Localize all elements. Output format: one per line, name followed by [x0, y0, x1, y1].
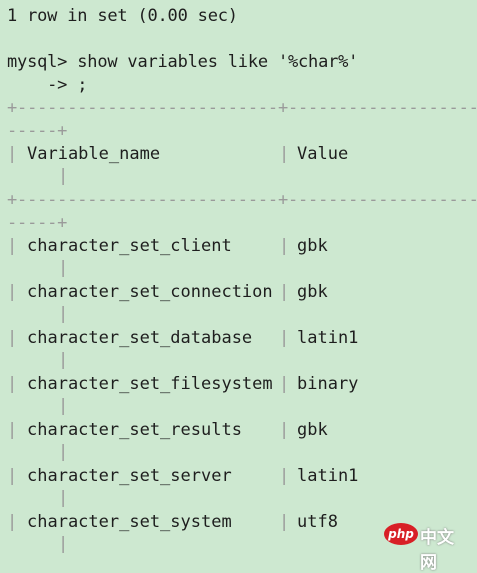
- row-left-bar: |: [7, 374, 18, 394]
- site-watermark: php 中文网: [384, 520, 470, 573]
- row-variable-name: character_set_database: [27, 328, 253, 348]
- row-left-bar: |: [7, 328, 18, 348]
- row-variable-name: character_set_results: [27, 420, 242, 440]
- row-right-bar: |: [58, 304, 69, 324]
- continuation-line: -> ;: [7, 75, 88, 95]
- table-border-wrap: -----+: [7, 121, 68, 141]
- php-logo-badge: php: [384, 523, 418, 545]
- row-value: gbk: [297, 282, 328, 302]
- row-mid-bar: |: [279, 420, 290, 440]
- row-value: gbk: [297, 420, 328, 440]
- header-value: Value: [297, 144, 349, 164]
- prompt-line: mysql> show variables like '%char%': [7, 52, 359, 72]
- table-border-mid: +--------------------------+------------…: [7, 190, 477, 210]
- row-left-bar: |: [7, 282, 18, 302]
- watermark-text: 中文网: [420, 528, 454, 573]
- row-right-bar: |: [58, 488, 69, 508]
- row-value: binary: [297, 374, 359, 394]
- row-value: latin1: [297, 466, 359, 486]
- row-variable-name: character_set_connection: [27, 282, 273, 302]
- row-value: gbk: [297, 236, 328, 256]
- row-left-bar: |: [7, 466, 18, 486]
- row-variable-name: character_set_client: [27, 236, 232, 256]
- row-right-bar: |: [58, 396, 69, 416]
- row-mid-bar: |: [279, 512, 290, 532]
- row-right-bar: |: [58, 442, 69, 462]
- row-mid-bar: |: [279, 282, 290, 302]
- row-variable-name: character_set_server: [27, 466, 232, 486]
- table-border-mid-wrap: -----+: [7, 213, 68, 233]
- row-variable-name: character_set_system: [27, 512, 232, 532]
- row-value: utf8: [297, 512, 338, 532]
- table-right-bar: |: [58, 166, 69, 186]
- row-value: latin1: [297, 328, 359, 348]
- row-left-bar: |: [7, 420, 18, 440]
- row-left-bar: |: [7, 236, 18, 256]
- terminal-window[interactable]: 1 row in set (0.00 sec) mysql> show vari…: [0, 0, 477, 573]
- row-mid-bar: |: [279, 236, 290, 256]
- row-right-bar: |: [58, 534, 69, 554]
- table-left-bar: |: [7, 144, 18, 164]
- table-mid-bar: |: [279, 144, 290, 164]
- header-variable-name: Variable_name: [27, 144, 161, 164]
- row-mid-bar: |: [279, 328, 290, 348]
- row-mid-bar: |: [279, 466, 290, 486]
- row-variable-name: character_set_filesystem: [27, 374, 273, 394]
- table-border-top: +--------------------------+------------…: [7, 98, 477, 118]
- row-left-bar: |: [7, 512, 18, 532]
- row-mid-bar: |: [279, 374, 290, 394]
- status-line: 1 row in set (0.00 sec): [7, 6, 238, 26]
- row-right-bar: |: [58, 258, 69, 278]
- row-right-bar: |: [58, 350, 69, 370]
